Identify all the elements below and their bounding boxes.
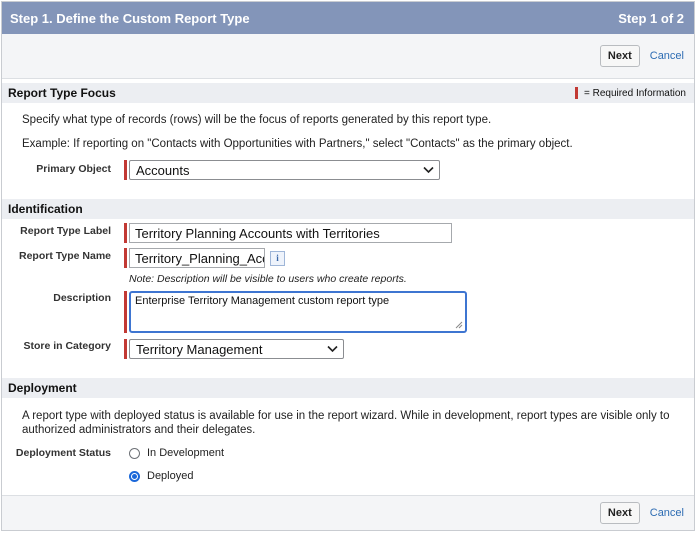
top-button-bar: Next Cancel (2, 34, 694, 79)
primary-object-value: Accounts (136, 162, 190, 178)
required-indicator-icon (574, 87, 578, 99)
required-marker (124, 339, 127, 359)
deployment-status-options: In Development Deployed (124, 447, 224, 482)
report-type-wizard: Step 1. Define the Custom Report Type St… (1, 1, 695, 531)
report-type-name-row: Report Type Name Territory_Planning_Acc … (2, 243, 694, 268)
required-marker (124, 248, 127, 268)
radio-deployed-control[interactable] (129, 470, 140, 482)
radio-in-development-label: In Development (147, 447, 225, 459)
required-marker (124, 291, 127, 333)
radio-deployed[interactable]: Deployed (129, 470, 224, 482)
deployment-section: Deployment A report type with deployed s… (2, 368, 694, 502)
primary-object-row: Primary Object Accounts (2, 151, 694, 189)
section-header-focus: Report Type Focus = Required Information (2, 83, 694, 103)
primary-object-field: Accounts (124, 160, 440, 180)
description-value: Enterprise Territory Management custom r… (135, 295, 390, 307)
deployment-status-row: Deployment Status In Development Deploye… (2, 437, 694, 482)
section-header-identification: Identification (2, 199, 694, 219)
focus-example: Example: If reporting on "Contacts with … (22, 138, 573, 150)
next-button-top[interactable]: Next (599, 45, 640, 67)
radio-in-development-control[interactable] (129, 447, 140, 459)
required-marker (124, 223, 127, 243)
section-title-focus: Report Type Focus (8, 86, 116, 100)
cancel-link-bottom[interactable]: Cancel (650, 507, 684, 519)
report-type-focus-section: Report Type Focus = Required Information… (2, 79, 694, 189)
page-title: Step 1. Define the Custom Report Type (10, 10, 250, 26)
store-in-category-row: Store in Category Territory Management (2, 333, 694, 368)
required-legend: = Required Information (574, 87, 686, 99)
store-in-category-select[interactable]: Territory Management (129, 339, 344, 359)
report-type-name-field: Territory_Planning_Acc i (124, 248, 285, 268)
description-label: Description (53, 292, 111, 304)
chevron-down-icon (327, 345, 338, 353)
report-type-name-input[interactable]: Territory_Planning_Acc (129, 248, 265, 268)
bottom-button-bar: Next Cancel (2, 495, 694, 530)
deployment-description: A report type with deployed status is av… (22, 410, 670, 436)
description-row: Description Enterprise Territory Managem… (2, 285, 694, 333)
store-in-category-value: Territory Management (136, 341, 263, 357)
radio-selected-dot (132, 473, 137, 479)
report-type-label-row: Report Type Label Territory Planning Acc… (2, 219, 694, 243)
radio-in-development[interactable]: In Development (129, 447, 224, 459)
step-indicator: Step 1 of 2 (618, 10, 684, 26)
next-button-bottom[interactable]: Next (599, 502, 640, 524)
report-type-name-label: Report Type Name (19, 250, 111, 262)
primary-object-label: Primary Object (36, 163, 111, 175)
description-field: Enterprise Territory Management custom r… (124, 291, 467, 333)
required-marker (124, 160, 127, 180)
section-header-deployment: Deployment (2, 378, 694, 398)
wizard-header: Step 1. Define the Custom Report Type St… (2, 2, 694, 34)
store-in-category-field: Territory Management (124, 339, 344, 359)
description-note: Note: Description will be visible to use… (129, 273, 407, 285)
identification-section: Identification Report Type Label Territo… (2, 189, 694, 368)
report-type-label-field: Territory Planning Accounts with Territo… (124, 223, 452, 243)
description-note-row: Note: Description will be visible to use… (2, 268, 694, 285)
primary-object-select[interactable]: Accounts (129, 160, 440, 180)
store-in-category-label: Store in Category (23, 340, 111, 352)
required-legend-text: = Required Information (583, 87, 686, 99)
chevron-down-icon (423, 166, 434, 174)
info-icon[interactable]: i (270, 250, 285, 266)
section-title-deployment: Deployment (8, 381, 77, 395)
section-title-identification: Identification (8, 202, 83, 216)
description-textarea[interactable]: Enterprise Territory Management custom r… (129, 291, 467, 333)
report-type-label-label: Report Type Label (20, 225, 111, 237)
resize-handle-icon[interactable] (455, 321, 463, 329)
radio-deployed-label: Deployed (147, 470, 194, 482)
focus-description: Specify what type of records (rows) will… (22, 114, 492, 126)
cancel-link-top[interactable]: Cancel (650, 50, 684, 62)
report-type-label-input[interactable]: Territory Planning Accounts with Territo… (129, 223, 452, 243)
deployment-status-label: Deployment Status (15, 447, 111, 459)
